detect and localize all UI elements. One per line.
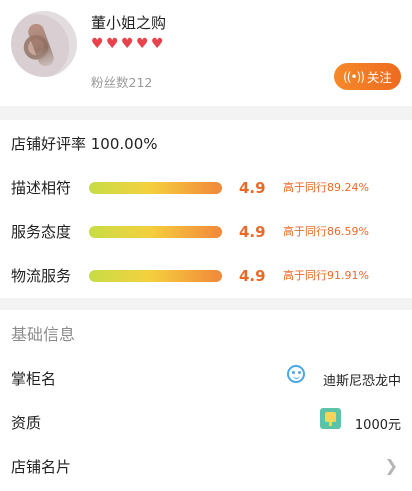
- rating-bar: [89, 182, 222, 194]
- keeper-row[interactable]: 掌柜名 迪斯尼恐龙中: [0, 356, 412, 400]
- signal-icon: ((•)): [343, 69, 365, 84]
- good-rate: 店铺好评率 100.00%: [11, 135, 158, 153]
- rating-compare: 高于同行89.24%: [283, 181, 369, 194]
- keeper-value: 迪斯尼恐龙中: [322, 374, 401, 389]
- heart-icon: ♥: [106, 36, 119, 52]
- rating-row-description: 描述相符 4.9 高于同行89.24%: [0, 177, 412, 199]
- fans-count: 粉丝数212: [91, 75, 153, 90]
- rating-row-logistics: 物流服务 4.9 高于同行91.91%: [0, 265, 412, 287]
- rating-score: 4.9: [239, 223, 266, 241]
- follow-button[interactable]: ((•)) 关注: [334, 63, 401, 90]
- follow-label: 关注: [366, 70, 392, 85]
- basic-info-title: 基础信息: [11, 325, 76, 344]
- keeper-label: 掌柜名: [11, 370, 57, 388]
- divider: [0, 106, 412, 120]
- heart-icon: ♥: [91, 36, 104, 52]
- shop-avatar[interactable]: [11, 11, 77, 77]
- rating-bar: [89, 226, 222, 238]
- rating-label: 物流服务: [11, 267, 72, 285]
- rating-row-service: 服务态度 4.9 高于同行86.59%: [0, 221, 412, 243]
- shop-level-hearts: ♥ ♥ ♥ ♥ ♥: [91, 37, 165, 51]
- chevron-right-icon: ❯: [384, 456, 398, 475]
- divider: [0, 298, 412, 310]
- rating-compare: 高于同行91.91%: [283, 269, 369, 282]
- rating-label: 服务态度: [11, 223, 72, 241]
- shop-header: 董小姐之购 ♥ ♥ ♥ ♥ ♥ 粉丝数212 ((•)) 关注: [0, 0, 412, 106]
- rating-score: 4.9: [239, 267, 266, 285]
- heart-icon: ♥: [151, 36, 164, 52]
- shop-name: 董小姐之购: [91, 14, 167, 32]
- shop-card-row[interactable]: 店铺名片 ❯: [0, 444, 412, 488]
- deposit-row[interactable]: 资质 1000元: [0, 400, 412, 444]
- heart-icon: ♥: [136, 36, 149, 52]
- deposit-icon: [320, 408, 341, 429]
- rating-score: 4.9: [239, 179, 266, 197]
- rating-compare: 高于同行86.59%: [283, 225, 369, 238]
- wangwang-icon: [287, 365, 305, 383]
- deposit-label: 资质: [11, 414, 42, 432]
- rating-label: 描述相符: [11, 179, 72, 197]
- rating-bar: [89, 270, 222, 282]
- heart-icon: ♥: [121, 36, 134, 52]
- shop-card-label: 店铺名片: [11, 458, 72, 476]
- deposit-value: 1000元: [354, 418, 401, 433]
